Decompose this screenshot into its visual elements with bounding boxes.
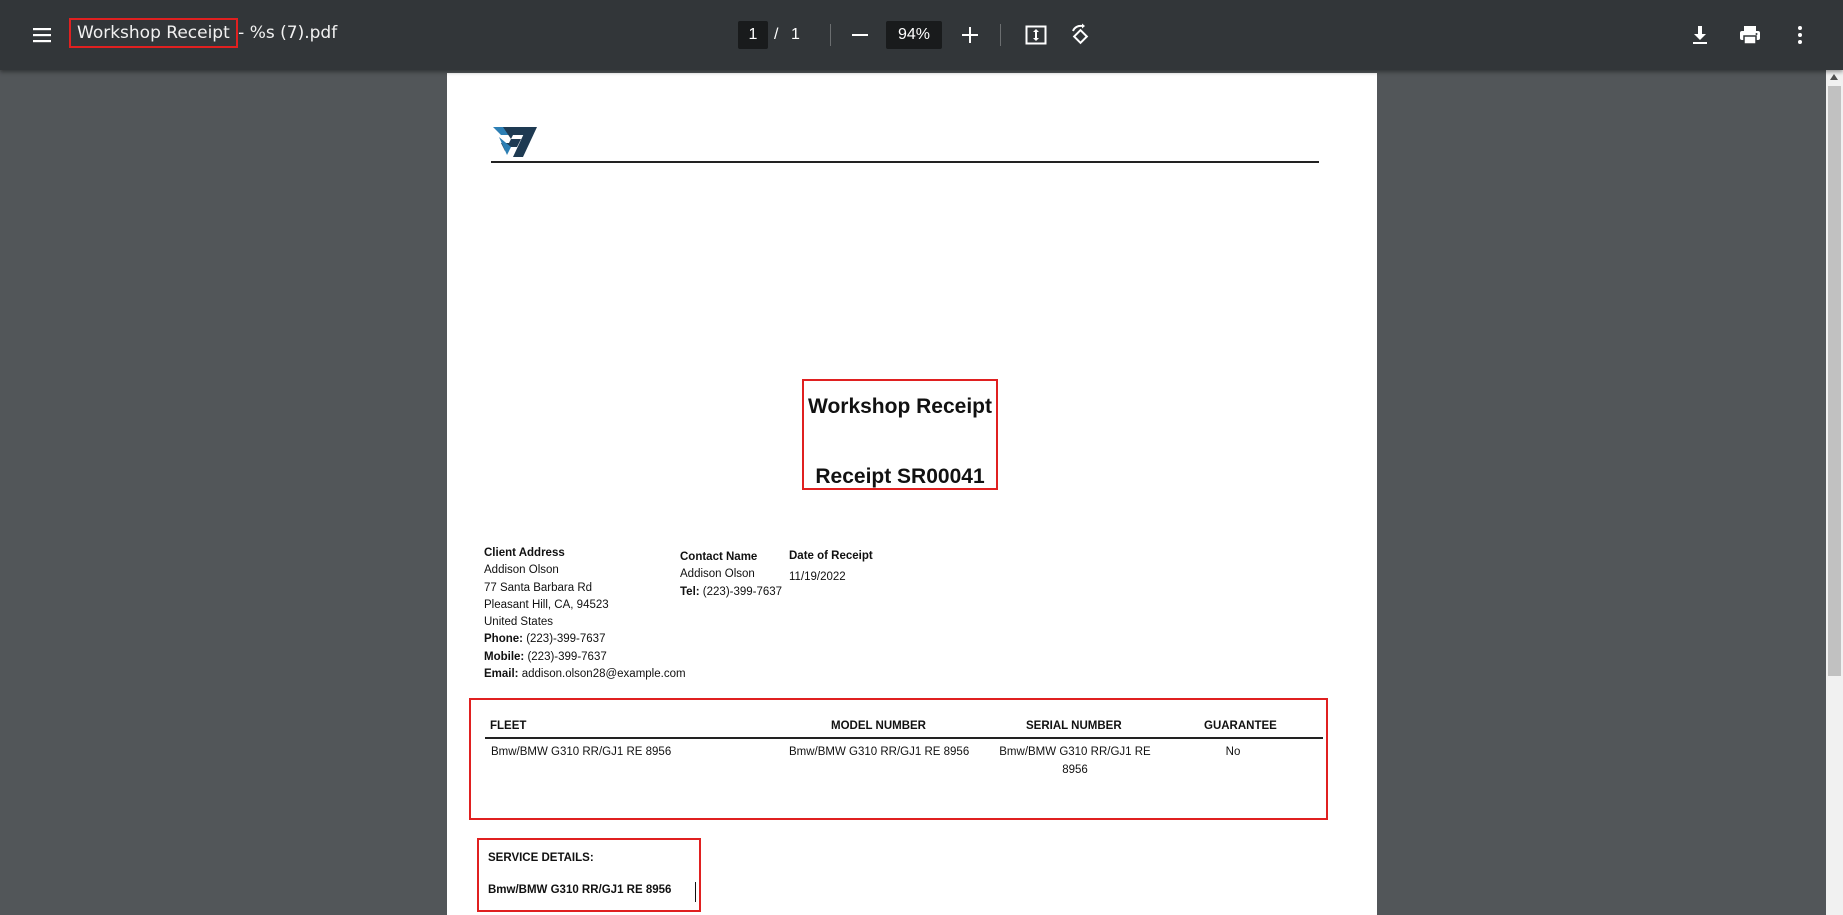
page-total: 1 bbox=[791, 26, 800, 43]
table-cell-fleet: Bmw/BMW G310 RR/GJ1 RE 8956 bbox=[491, 746, 672, 758]
zoom-level-input[interactable]: 94% bbox=[886, 21, 942, 49]
contact-heading: Contact Name bbox=[680, 551, 758, 563]
table-cell-model: Bmw/BMW G310 RR/GJ1 RE 8956 bbox=[789, 746, 970, 758]
service-details-heading: SERVICE DETAILS: bbox=[488, 852, 594, 864]
scroll-thumb[interactable] bbox=[1828, 86, 1841, 676]
receipt-date: 11/19/2022 bbox=[789, 571, 846, 584]
text-cursor bbox=[695, 882, 696, 902]
header-rule bbox=[491, 161, 1319, 163]
download-icon[interactable] bbox=[1688, 23, 1712, 47]
contact-name: Addison Olson bbox=[680, 568, 755, 581]
scroll-up-arrow[interactable] bbox=[1830, 74, 1838, 80]
page-separator: / bbox=[774, 26, 779, 43]
zoom-out-icon[interactable] bbox=[848, 22, 872, 48]
page-number-input[interactable]: 1 bbox=[738, 21, 768, 49]
client-email: addison.olson28@example.com bbox=[521, 668, 686, 681]
fit-to-page-icon[interactable] bbox=[1024, 23, 1048, 47]
receipt-date-block: Date of Receipt 11/19/2022 bbox=[789, 548, 873, 587]
table-header-fleet: FLEET bbox=[490, 720, 527, 732]
receipt-number: Receipt SR00041 bbox=[815, 465, 985, 488]
client-mobile: (223)-399-7637 bbox=[527, 650, 607, 663]
service-details-value: Bmw/BMW G310 RR/GJ1 RE 8956 bbox=[488, 884, 672, 896]
client-street: 77 Santa Barbara Rd bbox=[484, 581, 593, 594]
pdf-page: Workshop Receipt Receipt SR00041 Client … bbox=[447, 73, 1377, 915]
toolbar-divider bbox=[1000, 24, 1001, 46]
receipt-title: Workshop Receipt bbox=[808, 395, 992, 418]
more-options-icon[interactable] bbox=[1788, 23, 1812, 47]
table-header-serial: SERIAL NUMBER bbox=[1026, 720, 1122, 732]
table-header-guarantee: GUARANTEE bbox=[1204, 720, 1277, 732]
service-highlight-box bbox=[477, 838, 701, 912]
phone-label: Phone: bbox=[484, 633, 523, 646]
tel-label: Tel: bbox=[680, 585, 700, 598]
client-phone: (223)-399-7637 bbox=[526, 633, 606, 646]
rotate-icon[interactable] bbox=[1068, 23, 1092, 47]
vertical-scrollbar[interactable] bbox=[1826, 70, 1843, 915]
client-address-block: Client Address Addison Olson 77 Santa Ba… bbox=[484, 545, 686, 683]
client-address-heading: Client Address bbox=[484, 547, 565, 559]
print-icon[interactable] bbox=[1738, 23, 1762, 47]
contact-tel: (223)-399-7637 bbox=[702, 585, 783, 598]
title-filename: - %s (7).pdf bbox=[232, 23, 338, 43]
table-cell-guarantee: No bbox=[1225, 746, 1241, 758]
menu-icon[interactable] bbox=[30, 23, 54, 47]
company-logo bbox=[493, 127, 537, 157]
contact-block: Contact Name Addison Olson Tel: (223)-39… bbox=[680, 549, 782, 601]
title-highlight: Workshop Receipt bbox=[69, 18, 238, 48]
client-country: United States bbox=[484, 616, 554, 629]
date-heading: Date of Receipt bbox=[789, 550, 873, 562]
client-name: Addison Olson bbox=[484, 564, 559, 577]
table-header-rule bbox=[485, 737, 1323, 739]
zoom-in-icon[interactable] bbox=[958, 22, 982, 48]
pdf-toolbar: Workshop Receipt - %s (7).pdf 1 / 1 94% bbox=[0, 0, 1843, 70]
toolbar-divider bbox=[830, 24, 831, 46]
email-label: Email: bbox=[484, 668, 519, 681]
mobile-label: Mobile: bbox=[484, 650, 525, 663]
document-title: Workshop Receipt - %s (7).pdf bbox=[69, 18, 338, 48]
table-header-model: MODEL NUMBER bbox=[831, 720, 926, 732]
table-cell-serial: Bmw/BMW G310 RR/GJ1 RE 8956 bbox=[999, 746, 1151, 776]
client-city: Pleasant Hill, CA, 94523 bbox=[484, 598, 609, 611]
